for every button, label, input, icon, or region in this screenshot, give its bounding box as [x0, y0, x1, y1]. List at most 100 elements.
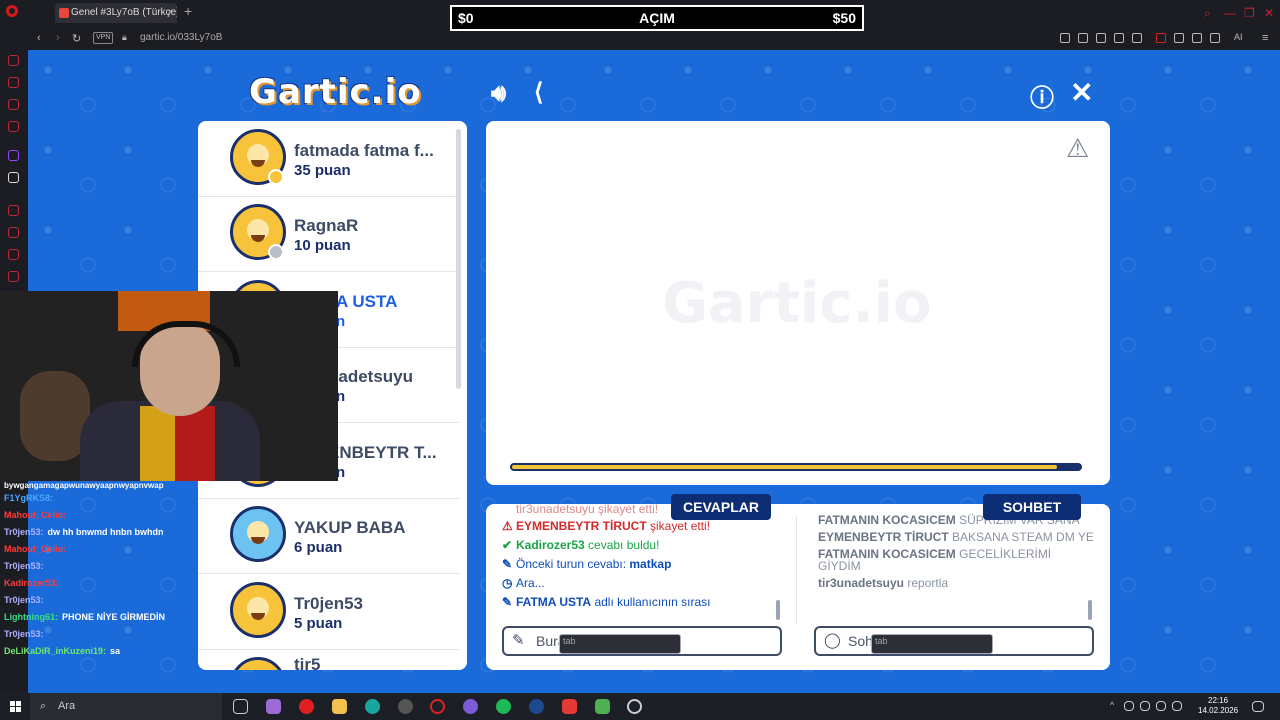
- player-row[interactable]: fatmada fatma f... 35 puan: [198, 121, 460, 197]
- wallet-icon[interactable]: [1192, 33, 1202, 43]
- player-row[interactable]: Tr0jen53 5 puan: [198, 574, 460, 650]
- canvas-watermark: Gartic.io: [662, 271, 932, 336]
- chat-input[interactable]: ◯ Sohbet... tab: [814, 626, 1094, 656]
- spotify-icon[interactable]: [496, 699, 511, 714]
- sidebar-messenger-icon[interactable]: [8, 99, 19, 110]
- steam-icon[interactable]: [529, 699, 544, 714]
- taskbar-search[interactable]: ⌕ Ara: [30, 693, 222, 720]
- player-row[interactable]: RagnaR 10 puan: [198, 196, 460, 272]
- menu-icon[interactable]: ≡: [1262, 32, 1268, 44]
- chat-log: FATMANIN KOCASICEM SÜPRİZİM VAR SANA EYM…: [818, 514, 1094, 594]
- player-name: A USTA: [336, 292, 398, 311]
- gartic-logo[interactable]: Gartic.io: [249, 72, 422, 112]
- clock-time: 22:16: [1208, 696, 1229, 705]
- sidebar-clock-icon[interactable]: [8, 227, 19, 238]
- tab-key-hint: tab: [559, 634, 681, 654]
- ai-button[interactable]: AI: [1234, 32, 1243, 42]
- players-scrollbar[interactable]: [456, 129, 461, 389]
- stream-chat-line: Kadirozer53:: [4, 578, 59, 588]
- chat-scrollbar[interactable]: [1088, 600, 1092, 620]
- sidebar-pin-icon[interactable]: [8, 249, 19, 260]
- windows-start-icon[interactable]: [10, 701, 21, 712]
- sound-icon[interactable]: 🔊︎: [491, 80, 506, 108]
- shield-icon[interactable]: [1096, 33, 1106, 43]
- tab-answers[interactable]: CEVAPLAR: [671, 494, 771, 520]
- close-window-icon[interactable]: ✕: [1264, 6, 1274, 20]
- close-icon[interactable]: ✕: [1070, 76, 1093, 109]
- pencil-icon: ✎: [502, 557, 513, 571]
- avatar: [230, 582, 286, 638]
- camera-icon[interactable]: [1060, 33, 1070, 43]
- drawing-canvas[interactable]: ⚠ Gartic.io: [486, 121, 1110, 485]
- sidebar-history-icon[interactable]: [8, 205, 19, 216]
- player-name: fatmada fatma f...: [294, 141, 434, 160]
- player-score: 35 puan: [294, 162, 351, 179]
- player-name: Tr0jen53: [294, 594, 363, 613]
- obs-icon[interactable]: [398, 699, 413, 714]
- search-tabs-icon[interactable]: ⌕: [1204, 6, 1211, 21]
- microphone-icon[interactable]: [1140, 701, 1150, 711]
- round-timer-fill: [512, 465, 1057, 469]
- tray-chevron-icon[interactable]: ^: [1110, 700, 1114, 710]
- close-tab-icon[interactable]: ×: [167, 3, 173, 23]
- reload-icon[interactable]: ↻: [72, 32, 81, 45]
- tab-chat[interactable]: SOHBET: [983, 494, 1081, 520]
- sidebar-aria-icon[interactable]: [8, 55, 19, 66]
- sidebar-crypto-icon[interactable]: [8, 77, 19, 88]
- taskbar-clock[interactable]: 22:16 14.02.2026: [1198, 696, 1238, 716]
- file-explorer-icon[interactable]: [332, 699, 347, 714]
- info-icon[interactable]: ⓘ: [1030, 78, 1054, 113]
- discord-icon[interactable]: [463, 699, 478, 714]
- edge-icon[interactable]: [365, 699, 380, 714]
- snapshot-icon[interactable]: [1078, 33, 1088, 43]
- browser-tab[interactable]: Genel #3Ly7oB (Türkçe) - ×: [55, 3, 177, 23]
- app-icon[interactable]: [562, 699, 577, 714]
- stream-chat-line: Tr0jen53:: [4, 561, 44, 571]
- heart-icon[interactable]: [1132, 33, 1142, 43]
- report-warning-icon[interactable]: ⚠: [1066, 133, 1089, 164]
- answers-scrollbar[interactable]: [776, 600, 780, 620]
- counter-right: $50: [832, 10, 856, 26]
- sidebar-settings-icon[interactable]: [8, 271, 19, 282]
- extension-icon[interactable]: [1156, 33, 1166, 43]
- task-view-icon[interactable]: [233, 699, 248, 714]
- sidebar-x-icon[interactable]: [8, 172, 19, 183]
- round-timer-bar: [510, 463, 1082, 471]
- puzzle-icon[interactable]: [1174, 33, 1184, 43]
- notifications-icon[interactable]: [1252, 701, 1264, 712]
- media-icon[interactable]: [595, 699, 610, 714]
- player-row[interactable]: YAKUP BABA 6 puan: [198, 498, 460, 574]
- stream-chat-line: Tr0jen53:: [4, 595, 44, 605]
- player-row[interactable]: tir5: [198, 649, 460, 670]
- chrome-icon[interactable]: [627, 699, 642, 714]
- youtube-icon[interactable]: [299, 699, 314, 714]
- drawing-status-icon: [268, 169, 284, 185]
- opera-logo-icon[interactable]: [6, 5, 18, 17]
- volume-icon[interactable]: [1172, 701, 1182, 711]
- tab-title: Genel #3Ly7oB (Türkçe) -: [71, 7, 177, 18]
- new-tab-icon[interactable]: +: [184, 3, 192, 19]
- share-icon[interactable]: ⟨: [534, 78, 543, 107]
- opera-icon[interactable]: [430, 699, 445, 714]
- answer-message: ✎ FATMA USTA adlı kullanıcının sırası: [502, 593, 792, 612]
- play-icon[interactable]: [1114, 33, 1124, 43]
- vpn-badge[interactable]: VPN: [93, 32, 114, 44]
- maximize-icon[interactable]: ❐: [1244, 6, 1255, 20]
- sidebar-instagram-icon[interactable]: [8, 121, 19, 132]
- pencil-icon: ✎: [502, 595, 513, 609]
- stream-chat-line: Mahout_Celio:: [4, 510, 66, 520]
- check-icon: ✔: [502, 538, 513, 552]
- url-field[interactable]: gartic.io/033Ly7oB: [140, 30, 222, 46]
- minimize-icon[interactable]: —: [1224, 6, 1236, 20]
- sidebar-twitch-icon[interactable]: [8, 150, 19, 161]
- copilot-icon[interactable]: [266, 699, 281, 714]
- network-icon[interactable]: [1156, 701, 1166, 711]
- stream-overlay-counter: $0 AÇIM $50: [450, 5, 864, 31]
- tray-app-icon[interactable]: [1124, 701, 1134, 711]
- avatar: [230, 657, 286, 670]
- download-icon[interactable]: [1210, 33, 1220, 43]
- back-icon[interactable]: ‹: [37, 32, 41, 44]
- clock-date: 14.02.2026: [1198, 706, 1239, 715]
- answer-input[interactable]: ✎ Buraya cevaplayın... tab: [502, 626, 782, 656]
- forward-icon[interactable]: ›: [56, 32, 60, 44]
